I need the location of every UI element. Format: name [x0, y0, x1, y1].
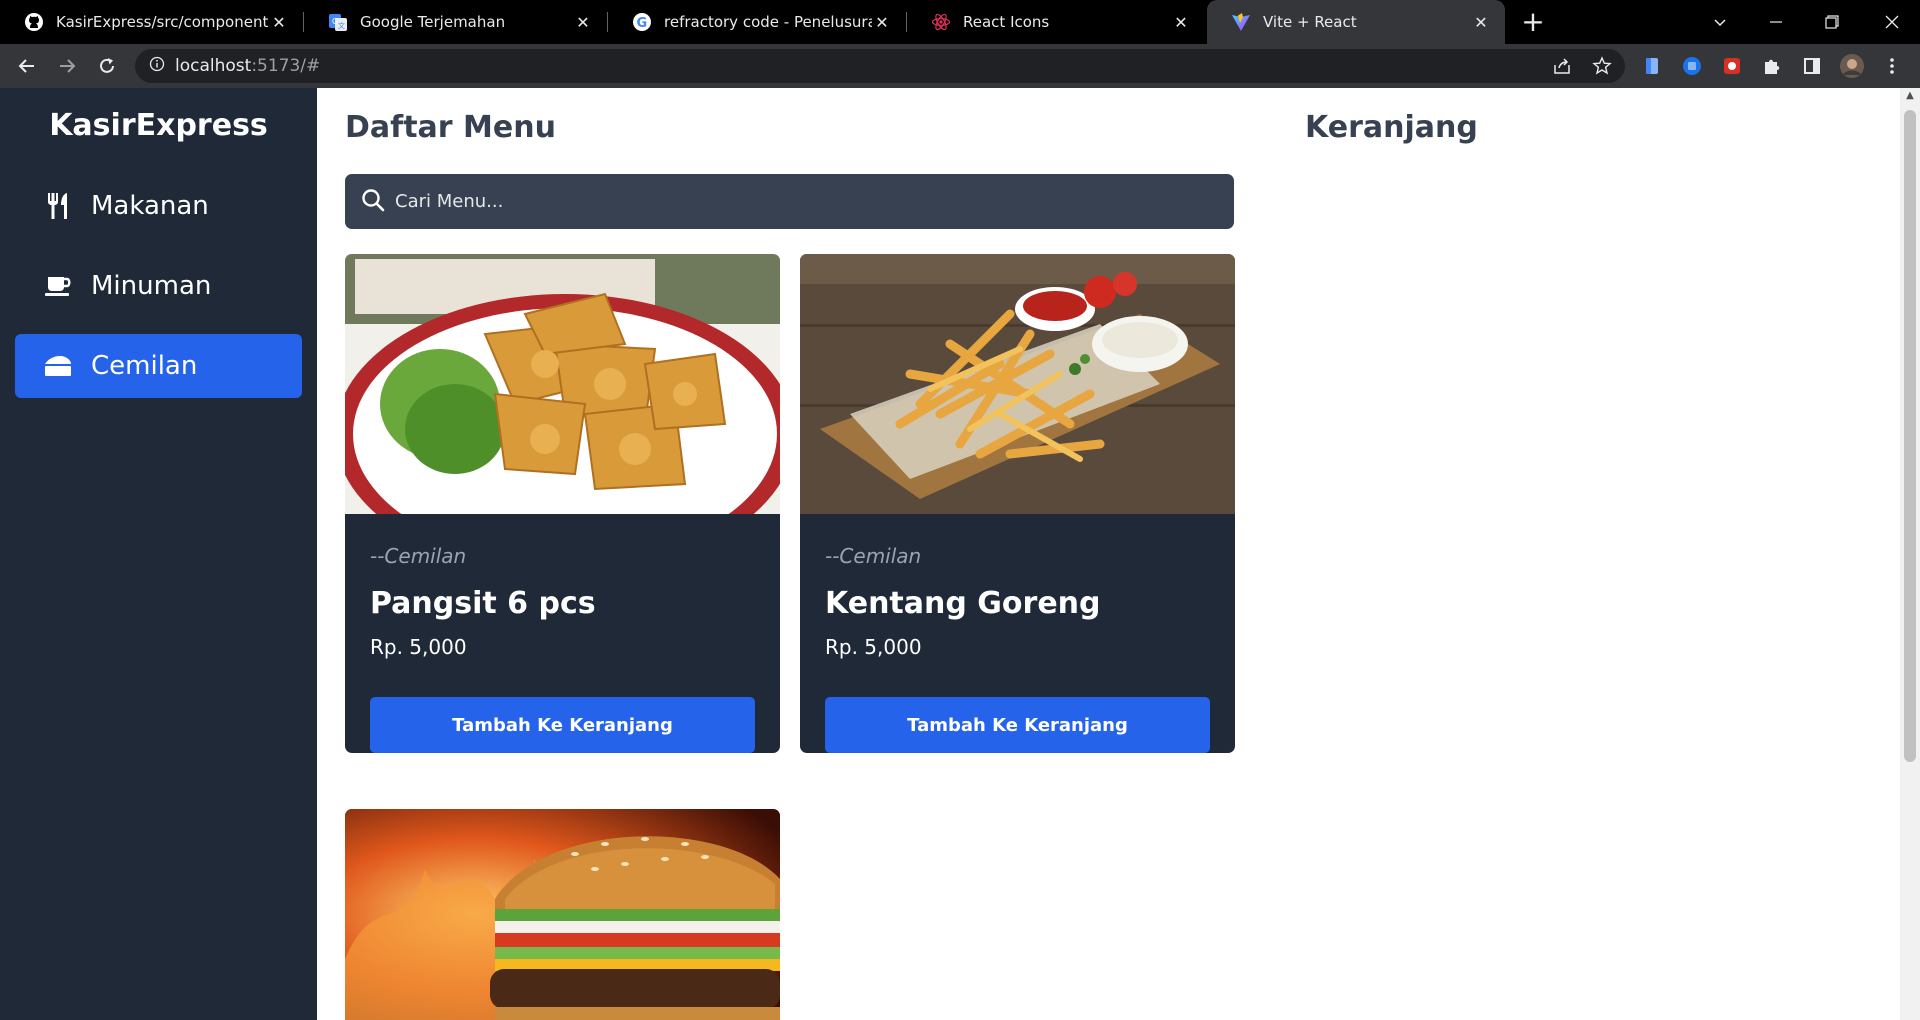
- side-panel-icon[interactable]: [1799, 53, 1825, 79]
- sidebar-item-label: Makanan: [91, 191, 209, 221]
- share-icon[interactable]: [1548, 52, 1576, 80]
- search-input[interactable]: [395, 181, 1234, 222]
- cart-title: Keranjang: [1305, 110, 1478, 145]
- reload-icon[interactable]: [92, 51, 122, 81]
- search-box: [345, 174, 1234, 229]
- close-tab-icon[interactable]: ✕: [1171, 12, 1191, 32]
- svg-text:文: 文: [338, 21, 345, 30]
- browser-toolbar: localhost:5173/#: [0, 44, 1920, 88]
- product-name: Pangsit 6 pcs: [370, 586, 596, 621]
- sidebar: KasirExpress Makanan Minuman Cemilan: [0, 88, 317, 1020]
- browser-tab-react-icons[interactable]: React Icons ✕: [907, 0, 1205, 44]
- profile-avatar[interactable]: [1839, 53, 1865, 79]
- svg-text:G: G: [637, 16, 648, 31]
- tab-title: KasirExpress/src/components/To: [56, 13, 269, 31]
- url-host: localhost: [175, 56, 252, 76]
- close-tab-icon[interactable]: ✕: [1471, 12, 1491, 32]
- product-card: [345, 809, 780, 1020]
- url-path: :5173/#: [251, 56, 321, 76]
- tab-title: React Icons: [963, 13, 1050, 31]
- github-icon: [24, 12, 44, 32]
- product-name: Kentang Goreng: [825, 586, 1101, 621]
- search-icon: [361, 188, 385, 216]
- address-bar[interactable]: localhost:5173/#: [135, 49, 1625, 83]
- restore-icon[interactable]: [1804, 0, 1860, 44]
- scroll-up-icon[interactable]: ▲: [1904, 90, 1916, 102]
- product-image-burger: [345, 809, 780, 1020]
- app-viewport: KasirExpress Makanan Minuman Cemilan Daf…: [0, 88, 1920, 1020]
- product-card: --Cemilan Pangsit 6 pcs Rp. 5,000 Tambah…: [345, 254, 780, 753]
- google-icon: G: [632, 12, 652, 32]
- sidebar-item-cemilan[interactable]: Cemilan: [15, 334, 302, 398]
- product-category: --Cemilan: [825, 544, 922, 568]
- page-scrollbar[interactable]: ▲: [1900, 88, 1920, 1020]
- google-translate-icon: G文: [328, 12, 348, 32]
- browser-tab-github[interactable]: KasirExpress/src/components/To ✕: [0, 0, 303, 44]
- extensions-puzzle-icon[interactable]: [1759, 53, 1785, 79]
- url-text: localhost:5173/#: [175, 56, 320, 76]
- close-tab-icon[interactable]: ✕: [573, 12, 593, 32]
- sidebar-item-label: Cemilan: [91, 351, 198, 381]
- product-image-pangsit: [345, 254, 780, 514]
- tab-title: Google Terjemahan: [360, 13, 506, 31]
- browser-tab-google-search[interactable]: G refractory code - Penelusuran Go ✕: [608, 0, 906, 44]
- add-to-cart-button[interactable]: Tambah Ke Keranjang: [825, 697, 1210, 753]
- extension-translate-icon[interactable]: [1679, 53, 1705, 79]
- product-price: Rp. 5,000: [825, 635, 922, 659]
- tab-title: Vite + React: [1263, 13, 1357, 31]
- bookmark-star-icon[interactable]: [1588, 52, 1616, 80]
- sidebar-item-makanan[interactable]: Makanan: [15, 174, 302, 238]
- sidebar-item-minuman[interactable]: Minuman: [15, 254, 302, 318]
- utensils-icon: [43, 191, 73, 221]
- extension-docs-icon[interactable]: [1639, 53, 1665, 79]
- back-icon[interactable]: [12, 51, 42, 81]
- page-title: Daftar Menu: [345, 110, 556, 145]
- coffee-icon: [43, 271, 73, 301]
- browser-tab-bar: KasirExpress/src/components/To ✕ G文 Goog…: [0, 0, 1920, 44]
- scrollbar-thumb[interactable]: [1904, 110, 1916, 762]
- product-image-kentang-goreng: [800, 254, 1235, 514]
- tab-title: refractory code - Penelusuran Go: [664, 13, 872, 31]
- vite-icon: [1231, 12, 1251, 32]
- product-price: Rp. 5,000: [370, 635, 467, 659]
- close-tab-icon[interactable]: ✕: [269, 12, 289, 32]
- product-card: --Cemilan Kentang Goreng Rp. 5,000 Tamba…: [800, 254, 1235, 753]
- browser-tab-vite-react[interactable]: Vite + React ✕: [1207, 0, 1505, 44]
- close-window-icon[interactable]: [1864, 0, 1920, 44]
- product-category: --Cemilan: [370, 544, 467, 568]
- browser-tab-translate[interactable]: G文 Google Terjemahan ✕: [304, 0, 607, 44]
- forward-icon[interactable]: [52, 51, 82, 81]
- minimize-icon[interactable]: [1748, 0, 1804, 44]
- tab-search-icon[interactable]: [1692, 0, 1748, 44]
- add-to-cart-button[interactable]: Tambah Ke Keranjang: [370, 697, 755, 753]
- close-tab-icon[interactable]: ✕: [872, 12, 892, 32]
- browser-menu-icon[interactable]: [1879, 53, 1905, 79]
- react-icon: [931, 12, 951, 32]
- brand-logo-text: KasirExpress: [49, 108, 268, 143]
- sidebar-item-label: Minuman: [91, 271, 212, 301]
- cheese-icon: [43, 351, 73, 381]
- site-info-icon[interactable]: [149, 56, 165, 76]
- extension-red-icon[interactable]: [1719, 53, 1745, 79]
- new-tab-button[interactable]: +: [1518, 7, 1548, 37]
